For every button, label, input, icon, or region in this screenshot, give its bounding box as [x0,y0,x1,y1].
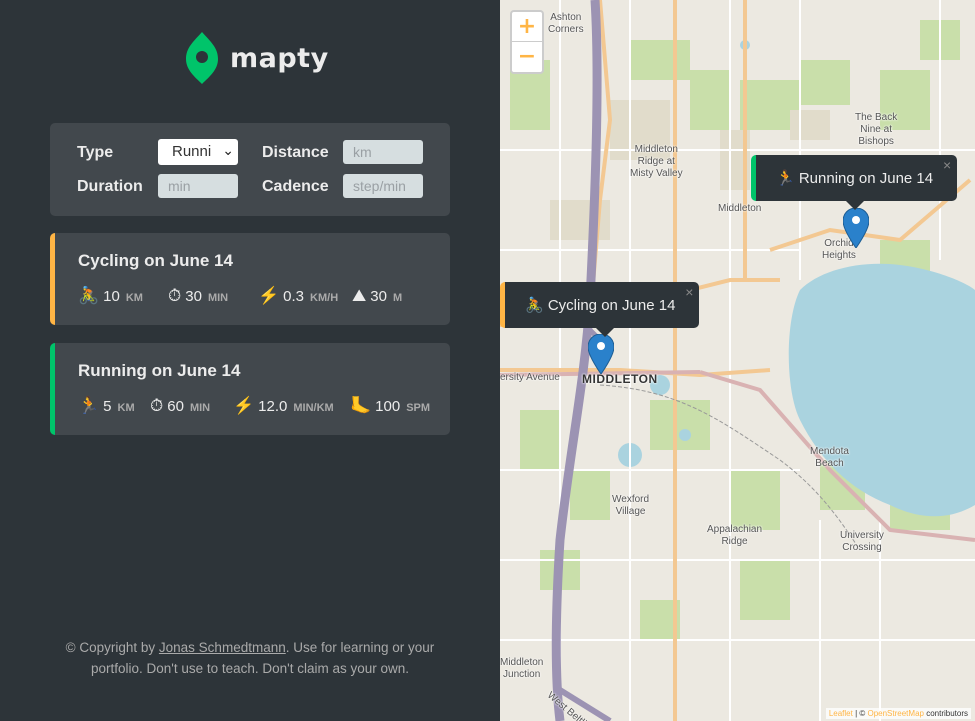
duration-placeholder: min [168,178,191,194]
close-icon[interactable]: × [685,284,693,300]
workout-title: Running on June 14 [78,361,241,380]
map[interactable]: Ashton Corners Middleton Ridge at Misty … [500,0,975,721]
type-select-value: Runni [172,143,212,160]
leaflet-link[interactable]: Leaflet [829,709,853,718]
popup-text: 🏃 Running on June 14 [776,170,934,187]
copyright: © Copyright by Jonas Schmedtmann. Use fo… [50,637,450,679]
distance-input[interactable]: km [343,140,423,164]
duration-label: Duration [77,178,143,195]
workout-card-cycling[interactable]: Cycling on June 14 🚴 10 km ⏱ 30 min ⚡ 0.… [50,233,450,325]
type-label: Type [77,144,114,161]
type-select[interactable]: Runni ⌄ [158,139,238,165]
distance-unit: km [117,402,135,414]
workout-title: Cycling on June 14 [78,251,233,270]
lightning-icon: ⚡ [258,286,280,305]
stopwatch-icon: ⏱ [168,286,182,305]
cadence-placeholder: step/min [353,178,406,194]
popup-tip [846,201,864,210]
workout-cadence: 🦶 100 spm [350,396,430,416]
distance-unit: km [125,292,143,304]
map-label-mendota-beach: Mendota Beach [810,446,849,469]
workout-card-running[interactable]: Running on June 14 🏃 5 km ⏱ 60 min ⚡ 12.… [50,343,450,435]
popup-tip [596,328,614,337]
map-label-middleton-ridge: Middleton Ridge at Misty Valley [630,144,683,179]
workout-distance: 🚴 10 km [78,286,143,306]
stopwatch-icon: ⏱ [150,396,164,415]
popup-text: 🚴 Cycling on June 14 [525,297,676,314]
attribution-suffix: contributors [923,709,968,718]
cyclist-icon: 🚴 [78,286,100,305]
close-icon[interactable]: × [943,157,951,173]
duration-unit: min [207,292,229,304]
map-popup-cycling[interactable]: 🚴 Cycling on June 14 × [500,282,700,337]
workout-pace: ⚡ 12.0 min/km [233,396,334,416]
attribution-separator: | © [852,709,868,718]
cadence-label: Cadence [262,178,329,195]
map-label-university-crossing: University Crossing [840,530,884,553]
map-tiles [500,0,975,721]
duration-value: 60 [167,398,184,415]
runner-icon: 🏃 [78,396,100,415]
lightning-icon: ⚡ [233,396,255,415]
author-link[interactable]: Jonas Schmedtmann [159,640,286,655]
duration-unit: min [189,402,211,414]
map-label-middleton: Middleton [718,203,762,214]
map-label-appalachian-ridge: Appalachian Ridge [707,524,763,547]
cadence-input[interactable]: step/min [343,174,423,198]
zoom-control: + − [510,10,544,74]
distance-label: Distance [262,144,329,161]
map-marker-pin-icon[interactable] [843,208,869,248]
map-label-back-nine: The Back Nine at Bishops [855,112,898,147]
cadence-value: 100 [375,398,401,415]
elevation-unit: m [392,292,403,304]
zoom-out-button[interactable]: − [512,42,542,72]
distance-value: 10 [103,288,120,305]
zoom-in-button[interactable]: + [512,12,542,42]
map-attribution: Leaflet | © OpenStreetMap contributors [825,708,971,719]
workout-elevation: ⛰ 30 m [352,286,402,306]
sidebar: mapty Type Runni ⌄ Distance km Duration … [0,0,500,721]
pace-value: 12.0 [258,398,288,415]
workout-speed: ⚡ 0.3 km/h [258,286,338,306]
foot-icon: 🦶 [350,396,372,415]
copyright-prefix: © Copyright by [65,640,159,655]
map-label-university-ave: ersity Avenue [500,372,560,383]
duration-value: 30 [185,288,202,305]
pace-unit: min/km [293,402,334,414]
map-marker-pin-icon[interactable] [588,334,614,374]
distance-value: 5 [103,398,112,415]
map-popup-running[interactable]: 🏃 Running on June 14 × [751,155,958,210]
mountain-icon: ⛰ [352,286,367,305]
osm-link[interactable]: OpenStreetMap [867,709,923,718]
workout-duration: ⏱ 60 min [150,396,210,416]
map-pin-logo-icon [186,32,218,84]
map-label-ashton: Ashton Corners [548,12,584,35]
distance-placeholder: km [353,144,372,160]
duration-input[interactable]: min [158,174,238,198]
map-label-middleton-junction: Middleton Junction [500,657,544,680]
workout-duration: ⏱ 30 min [168,286,228,306]
app-name: mapty [230,42,329,74]
chevron-down-icon: ⌄ [222,142,234,158]
speed-unit: km/h [310,292,339,304]
map-label-middleton-city: MIDDLETON [582,372,658,386]
elevation-value: 30 [370,288,387,305]
speed-value: 0.3 [283,288,305,305]
cadence-unit: spm [406,402,431,414]
logo: mapty [186,32,329,84]
workout-form: Type Runni ⌄ Distance km Duration min Ca… [50,123,450,216]
workout-distance: 🏃 5 km [78,396,135,416]
map-label-wexford-village: Wexford Village [612,494,650,517]
